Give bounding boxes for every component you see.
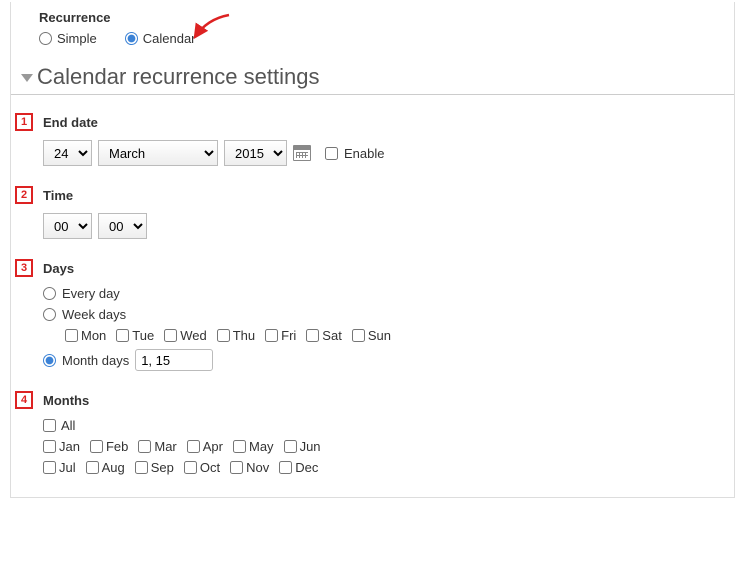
months-group: 4 Months All Jan Feb Mar Apr May Jun Jul… — [11, 393, 734, 475]
annotation-badge-2: 2 — [15, 186, 33, 204]
time-hour-select[interactable]: 00 — [43, 213, 92, 239]
weekday-mon[interactable]: Mon — [65, 328, 106, 343]
days-every-label: Every day — [62, 286, 120, 301]
days-group: 3 Days Every day Week days Mon Tue Wed T… — [11, 261, 734, 371]
month-sep[interactable]: Sep — [135, 460, 174, 475]
end-date-enable-label: Enable — [344, 146, 384, 161]
days-week-radio[interactable] — [43, 308, 56, 321]
months-row-1: Jan Feb Mar Apr May Jun — [43, 439, 734, 454]
month-days-input[interactable] — [135, 349, 213, 371]
calendar-settings-toggle[interactable]: Calendar recurrence settings — [21, 64, 734, 90]
days-every-radio[interactable] — [43, 287, 56, 300]
days-label: Days — [43, 261, 734, 276]
month-apr[interactable]: Apr — [187, 439, 223, 454]
time-label: Time — [43, 188, 734, 203]
months-row-2: Jul Aug Sep Oct Nov Dec — [43, 460, 734, 475]
end-date-group: 1 End date 24 March 2015 Enable — [11, 115, 734, 166]
months-all-option[interactable]: All — [43, 418, 734, 433]
recurrence-calendar-label: Calendar — [143, 31, 196, 46]
months-label: Months — [43, 393, 734, 408]
recurrence-calendar-radio[interactable] — [125, 32, 138, 45]
recurrence-calendar-option[interactable]: Calendar — [125, 31, 196, 46]
month-dec[interactable]: Dec — [279, 460, 318, 475]
month-feb[interactable]: Feb — [90, 439, 128, 454]
days-month-option[interactable]: Month days — [43, 349, 734, 371]
weekday-wed[interactable]: Wed — [164, 328, 207, 343]
days-week-label: Week days — [62, 307, 126, 322]
end-date-enable-checkbox[interactable] — [325, 147, 338, 160]
divider — [11, 94, 734, 95]
days-month-radio[interactable] — [43, 354, 56, 367]
weekday-sun[interactable]: Sun — [352, 328, 391, 343]
month-oct[interactable]: Oct — [184, 460, 220, 475]
end-date-day-select[interactable]: 24 — [43, 140, 92, 166]
month-nov[interactable]: Nov — [230, 460, 269, 475]
month-aug[interactable]: Aug — [86, 460, 125, 475]
recurrence-simple-label: Simple — [57, 31, 97, 46]
weekday-tue[interactable]: Tue — [116, 328, 154, 343]
days-month-label: Month days — [62, 353, 129, 368]
months-all-checkbox[interactable] — [43, 419, 56, 432]
annotation-badge-1: 1 — [15, 113, 33, 131]
calendar-settings-title: Calendar recurrence settings — [37, 64, 319, 90]
recurrence-simple-option[interactable]: Simple — [39, 31, 97, 46]
calendar-icon[interactable] — [293, 145, 311, 161]
month-may[interactable]: May — [233, 439, 274, 454]
months-all-label: All — [61, 418, 75, 433]
end-date-year-select[interactable]: 2015 — [224, 140, 287, 166]
recurrence-simple-radio[interactable] — [39, 32, 52, 45]
month-jan[interactable]: Jan — [43, 439, 80, 454]
recurrence-settings-panel: Recurrence Simple Calendar Calendar recu… — [10, 2, 735, 498]
time-group: 2 Time 00 00 — [11, 188, 734, 239]
recurrence-heading: Recurrence — [39, 10, 734, 25]
end-date-label: End date — [43, 115, 734, 130]
weekday-sat[interactable]: Sat — [306, 328, 342, 343]
month-jul[interactable]: Jul — [43, 460, 76, 475]
annotation-badge-3: 3 — [15, 259, 33, 277]
days-every-option[interactable]: Every day — [43, 286, 734, 301]
month-mar[interactable]: Mar — [138, 439, 176, 454]
month-jun[interactable]: Jun — [284, 439, 321, 454]
weekday-fri[interactable]: Fri — [265, 328, 296, 343]
collapse-triangle-icon — [21, 74, 33, 82]
days-week-option[interactable]: Week days — [43, 307, 734, 322]
end-date-month-select[interactable]: March — [98, 140, 218, 166]
weekday-thu[interactable]: Thu — [217, 328, 255, 343]
time-minute-select[interactable]: 00 — [98, 213, 147, 239]
weekday-row: Mon Tue Wed Thu Fri Sat Sun — [65, 328, 734, 343]
annotation-badge-4: 4 — [15, 391, 33, 409]
recurrence-mode-row: Simple Calendar — [39, 31, 734, 46]
